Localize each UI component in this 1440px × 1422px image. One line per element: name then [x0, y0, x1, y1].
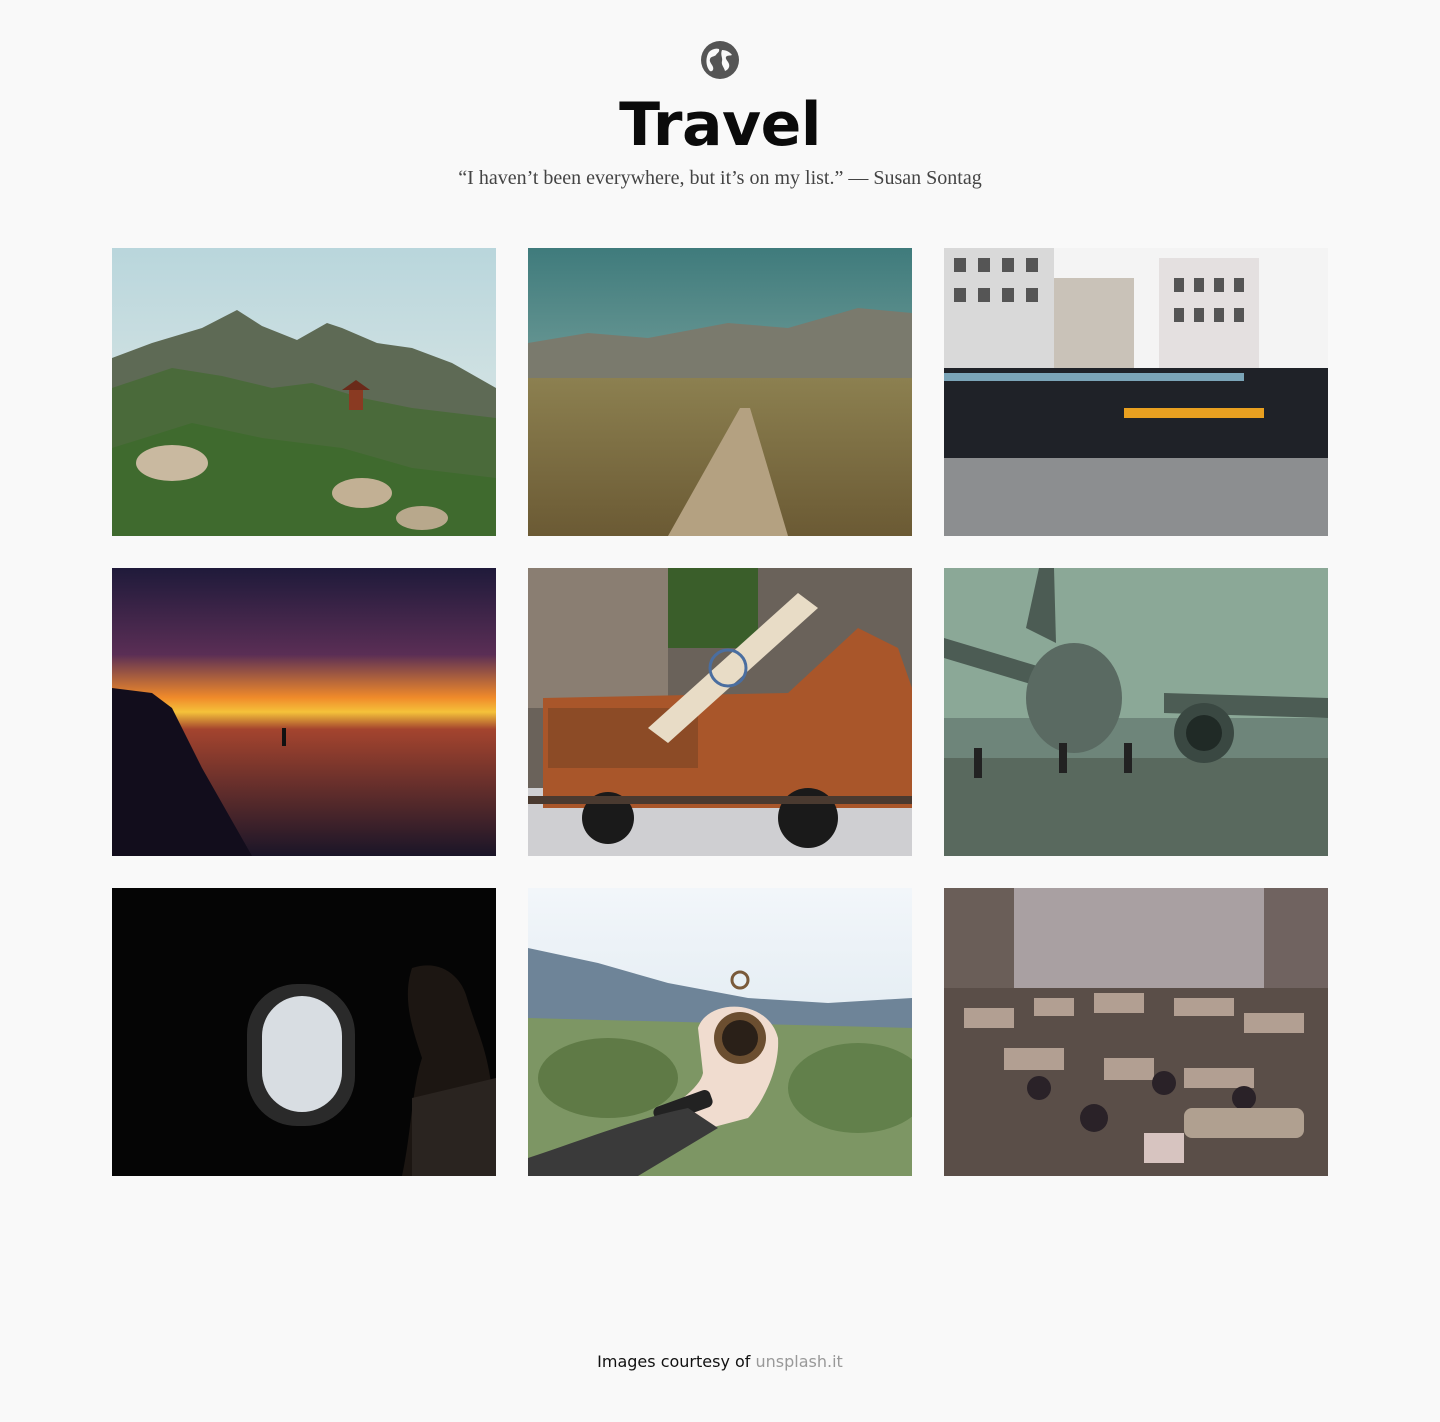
photo-city-bus[interactable] — [944, 248, 1328, 536]
footer-credit-text: Images courtesy of — [597, 1352, 756, 1371]
beach-sunset-image — [112, 568, 496, 856]
photo-mountain-pagoda[interactable] — [112, 248, 496, 536]
photo-rusty-truck[interactable] — [528, 568, 912, 856]
city-bus-image — [944, 248, 1328, 536]
photo-grid — [112, 248, 1328, 1176]
page-title: Travel — [619, 90, 821, 160]
photo-compass[interactable] — [528, 888, 912, 1176]
desert-road-image — [528, 248, 912, 536]
globe-icon — [700, 40, 740, 80]
page-header: Travel “I haven’t been everywhere, but i… — [0, 40, 1440, 191]
photo-airplane[interactable] — [944, 568, 1328, 856]
photo-desert-road[interactable] — [528, 248, 912, 536]
page-footer: Images courtesy of unsplash.it — [0, 1352, 1440, 1371]
airplane-window-image — [112, 888, 496, 1176]
compass-image — [528, 888, 912, 1176]
airplane-image — [944, 568, 1328, 856]
mountain-pagoda-image — [112, 248, 496, 536]
rusty-truck-image — [528, 568, 912, 856]
crowded-street-image — [944, 888, 1328, 1176]
unsplash-link[interactable]: unsplash.it — [756, 1352, 843, 1371]
photo-airplane-window[interactable] — [112, 888, 496, 1176]
page-quote: “I haven’t been everywhere, but it’s on … — [458, 167, 982, 189]
photo-beach-sunset[interactable] — [112, 568, 496, 856]
photo-crowded-street[interactable] — [944, 888, 1328, 1176]
